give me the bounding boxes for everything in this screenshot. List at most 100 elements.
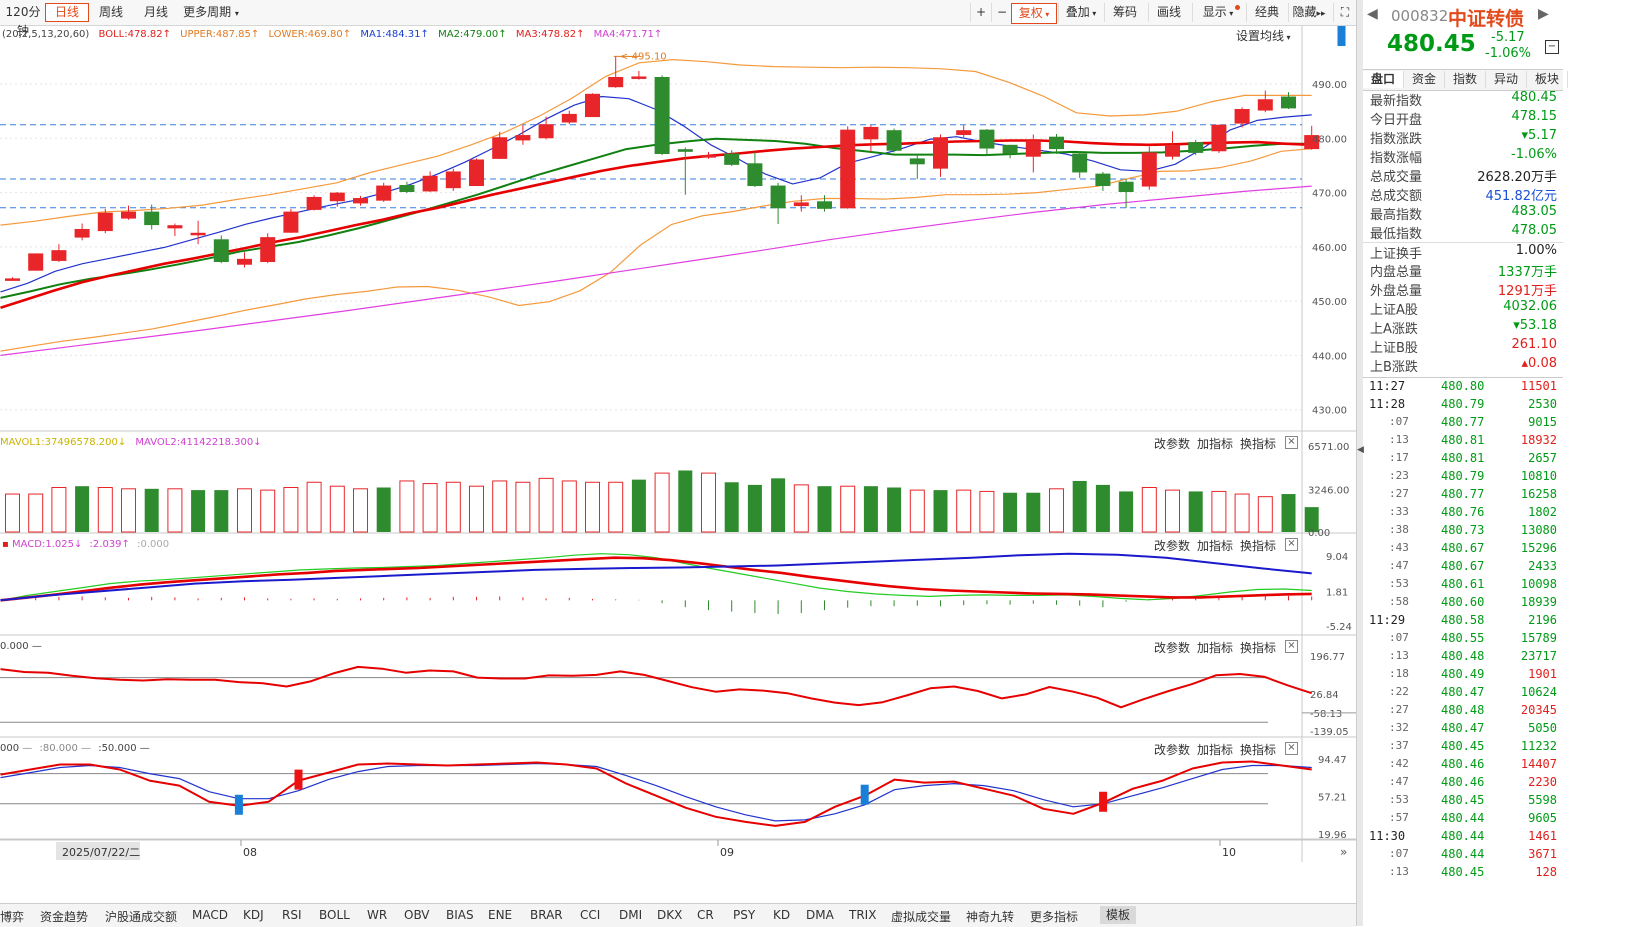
indicator-tab[interactable]: OBV (404, 908, 430, 922)
volume-bar-down (191, 490, 206, 532)
indicator-tab[interactable]: ENE (488, 908, 512, 922)
indicator-tab[interactable]: BOLL (319, 908, 350, 922)
tick-volume: 14407 (1520, 757, 1557, 771)
close-panel-icon[interactable]: × (1285, 742, 1298, 755)
indicator-tab[interactable]: 模板 (1100, 906, 1137, 924)
panel-splitter[interactable]: ◀ (1356, 0, 1364, 926)
hide-button[interactable]: 隐藏▸▸ (1288, 3, 1329, 22)
quote-stat-row: 指数涨幅 -1.06% (1363, 147, 1563, 166)
tick-time: :27 (1389, 703, 1409, 716)
tick-volume: 2230 (1528, 775, 1557, 789)
candle-down (886, 130, 902, 151)
next-stock-icon[interactable]: ▶ (1538, 6, 1549, 22)
tick-volume: 9605 (1528, 811, 1557, 825)
modify-params-button[interactable]: 改参数 (1154, 639, 1190, 656)
candle-up (1257, 99, 1273, 111)
close-panel-icon[interactable]: × (1285, 538, 1298, 551)
indicator-tab[interactable]: KD (773, 908, 790, 922)
indicator-tab[interactable]: CR (697, 908, 714, 922)
indicator-tab[interactable]: TRIX (849, 908, 876, 922)
period-more-dropdown[interactable]: 更多周期 ▾ (180, 3, 242, 22)
indicator-tab[interactable]: DKX (657, 908, 682, 922)
indicator-tab[interactable]: RSI (282, 908, 302, 922)
add-indicator-button[interactable]: 加指标 (1197, 741, 1233, 758)
period-120min[interactable]: 120分钟 (2, 3, 44, 38)
tick-row: 11:28 480.79 2530 (1363, 397, 1563, 415)
indicator-tab[interactable]: DMA (806, 908, 834, 922)
switch-indicator-button[interactable]: 换指标 (1240, 537, 1276, 554)
volume-bar-up (515, 481, 531, 533)
tick-row: 11:27 480.80 11501 (1363, 379, 1563, 397)
tick-time: :47 (1389, 559, 1409, 572)
up-arrow-icon: ↑ (576, 29, 585, 40)
quote-stat-row: 上证B股 261.10 (1363, 337, 1563, 356)
add-indicator-button[interactable]: 加指标 (1197, 435, 1233, 452)
indicator-tab[interactable]: PSY (733, 908, 755, 922)
indicator-tab[interactable]: WR (367, 908, 387, 922)
indicator-tab[interactable]: KDJ (243, 908, 264, 922)
period-weekly[interactable]: 周线 (90, 3, 132, 22)
indicator-tab[interactable]: CCI (580, 908, 600, 922)
draw-line-button[interactable]: 画线 (1148, 3, 1189, 22)
modify-params-button[interactable]: 改参数 (1154, 435, 1190, 452)
tick-volume: 3671 (1528, 847, 1557, 861)
indicator-tab[interactable]: 博弈 (0, 908, 24, 925)
add-indicator-button[interactable]: 加指标 (1197, 537, 1233, 554)
indicator-tab[interactable]: DMI (619, 908, 642, 922)
volume-bar-up (167, 488, 183, 533)
tick-row: :07 480.77 9015 (1363, 415, 1563, 433)
tick-time: 11:29 (1369, 613, 1406, 627)
indicator-tab[interactable]: BIAS (446, 908, 474, 922)
quote-tab[interactable]: 异动 (1486, 71, 1527, 88)
zoom-out-button[interactable]: − (991, 3, 1012, 22)
quote-tab[interactable]: 板块 (1527, 71, 1568, 88)
tick-price: 480.79 (1441, 397, 1485, 411)
switch-indicator-button[interactable]: 换指标 (1240, 741, 1276, 758)
close-panel-icon[interactable]: × (1285, 640, 1298, 653)
modify-params-button[interactable]: 改参数 (1154, 741, 1190, 758)
indicator-tab[interactable]: BRAR (530, 908, 563, 922)
tick-volume: 18939 (1520, 595, 1557, 609)
indicator-tab[interactable]: 更多指标 (1030, 908, 1078, 925)
switch-indicator-button[interactable]: 换指标 (1240, 639, 1276, 656)
tick-volume: 20345 (1520, 703, 1557, 717)
volume-axis-label: 3246.00 (1308, 486, 1349, 497)
prev-stock-icon[interactable]: ◀ (1367, 6, 1378, 22)
tick-time: :42 (1389, 757, 1409, 770)
indicator-tab[interactable]: 虚拟成交量 (891, 908, 951, 925)
volume-axis-label: 6571.00 (1308, 442, 1349, 453)
quote-tab[interactable]: 盘口 (1363, 71, 1404, 88)
tick-price: 480.67 (1441, 541, 1485, 555)
collapse-arrow-icon[interactable]: ◀ (1357, 445, 1364, 455)
candle-up (701, 155, 716, 158)
indicator-tab[interactable]: 资金趋势 (40, 908, 88, 925)
ma-settings-button[interactable]: 设置均线 ▾ (1236, 27, 1291, 44)
indicator-tab[interactable]: 神奇九转 (966, 908, 1014, 925)
chip-button[interactable]: 筹码 (1104, 3, 1145, 22)
classic-button[interactable]: 经典 (1246, 3, 1287, 22)
fullscreen-icon[interactable]: ⛶ (1333, 3, 1356, 22)
volume-bar-up (608, 481, 624, 533)
period-monthly[interactable]: 月线 (135, 3, 177, 22)
overlay-dropdown[interactable]: 叠加 ▾ (1058, 3, 1103, 22)
modify-params-button[interactable]: 改参数 (1154, 537, 1190, 554)
restore-rights-dropdown[interactable]: 复权 ▾ (1011, 3, 1057, 24)
kdj-value-c: :50.000 (98, 743, 137, 754)
close-panel-icon[interactable]: × (1285, 436, 1298, 449)
indicator-tab[interactable]: MACD (192, 908, 228, 922)
display-dropdown[interactable]: 显示 ▾ (1192, 3, 1243, 22)
double-arrow-icon: ▸▸ (1316, 9, 1326, 19)
tick-time: :17 (1389, 451, 1409, 464)
macd-legend: ▪ MACD:1.025↓ :2.039↑ :0.000 (2, 539, 169, 550)
tick-row: :33 480.76 1802 (1363, 505, 1563, 523)
collapse-icon[interactable]: − (1545, 40, 1559, 54)
period-daily[interactable]: 日线 (45, 3, 89, 22)
quote-tab[interactable]: 资金 (1404, 71, 1445, 88)
quote-tab[interactable]: 指数 (1445, 71, 1486, 88)
indicator-tab[interactable]: 沪股通成交额 (105, 908, 177, 925)
zoom-in-button[interactable]: + (970, 3, 991, 22)
stock-code: 000832 (1391, 7, 1449, 25)
candle-down (1002, 144, 1018, 154)
switch-indicator-button[interactable]: 换指标 (1240, 435, 1276, 452)
add-indicator-button[interactable]: 加指标 (1197, 639, 1233, 656)
